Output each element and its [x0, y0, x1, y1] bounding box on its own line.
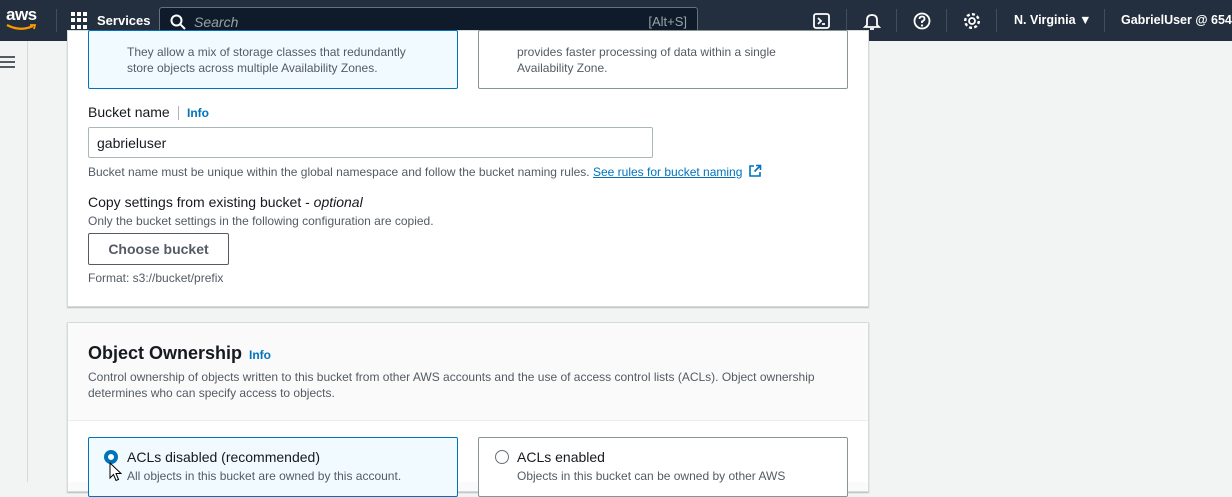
bucket-name-help: Bucket name must be unique within the gl…: [88, 164, 762, 179]
tile-description-line: store objects across multiple Availabili…: [127, 61, 378, 75]
external-link-icon: [748, 164, 762, 177]
services-menu-button[interactable]: Services: [71, 12, 151, 29]
nav-divider: [1104, 9, 1105, 32]
bucket-name-label: Bucket name: [88, 104, 170, 120]
object-ownership-info-link[interactable]: Info: [249, 348, 271, 362]
storage-type-tile-single-az[interactable]: provides faster processing of data withi…: [478, 30, 848, 89]
mouse-cursor-icon: [109, 462, 122, 482]
settings-gear-icon[interactable]: [962, 11, 982, 31]
nav-divider: [996, 9, 997, 32]
tile-description-line: They allow a mix of storage classes that…: [127, 45, 406, 59]
tile-description-line: provides faster processing of data withi…: [517, 45, 776, 59]
label-separator: [178, 106, 179, 120]
aws-logo[interactable]: aws: [6, 6, 40, 36]
bucket-name-help-text: Bucket name must be unique within the gl…: [88, 165, 590, 179]
grid-menu-icon: [71, 12, 88, 29]
side-divider: [27, 41, 28, 482]
services-label: Services: [97, 13, 151, 28]
aws-logo-text: aws: [6, 5, 37, 24]
cloudshell-icon[interactable]: [812, 11, 832, 31]
side-navigation-menu-icon[interactable]: [0, 56, 16, 70]
account-menu[interactable]: GabrielUser @ 6546: [1121, 13, 1232, 27]
acls-enabled-option[interactable]: ACLs enabled Objects in this bucket can …: [478, 437, 848, 497]
copy-settings-label: Copy settings from existing bucket - opt…: [88, 194, 363, 210]
acls-enabled-radio[interactable]: [495, 450, 509, 464]
optional-label: optional: [313, 194, 363, 210]
bucket-format-hint: Format: s3://bucket/prefix: [88, 271, 224, 285]
aws-smile-icon: [6, 24, 37, 30]
help-icon[interactable]: [912, 11, 932, 31]
object-ownership-title: Object Ownership: [88, 343, 243, 363]
notifications-bell-icon[interactable]: [862, 11, 882, 31]
nav-divider: [56, 9, 57, 32]
nav-divider: [896, 9, 897, 32]
acls-disabled-title: ACLs disabled (recommended): [127, 449, 320, 465]
copy-settings-help: Only the bucket settings in the followin…: [88, 214, 434, 228]
storage-type-tile-multi-az[interactable]: They allow a mix of storage classes that…: [88, 30, 458, 89]
acls-enabled-title: ACLs enabled: [517, 449, 605, 465]
bucket-name-info-link[interactable]: Info: [187, 106, 209, 120]
search-placeholder: Search: [194, 14, 239, 30]
tile-description-line: Availability Zone.: [517, 61, 608, 75]
search-icon: [170, 14, 186, 30]
search-shortcut: [Alt+S]: [648, 14, 687, 29]
nav-divider: [846, 9, 847, 32]
object-ownership-description: Control ownership of objects written to …: [88, 370, 815, 400]
acls-disabled-option[interactable]: ACLs disabled (recommended) All objects …: [88, 437, 458, 497]
bucket-naming-rules-link[interactable]: See rules for bucket naming: [593, 165, 742, 179]
bucket-name-input[interactable]: gabrieluser: [88, 127, 653, 158]
copy-settings-label-text: Copy settings from existing bucket -: [88, 194, 314, 210]
region-selector[interactable]: N. Virginia ▼: [1014, 13, 1091, 27]
choose-bucket-button[interactable]: Choose bucket: [88, 233, 229, 265]
nav-divider: [946, 9, 947, 32]
